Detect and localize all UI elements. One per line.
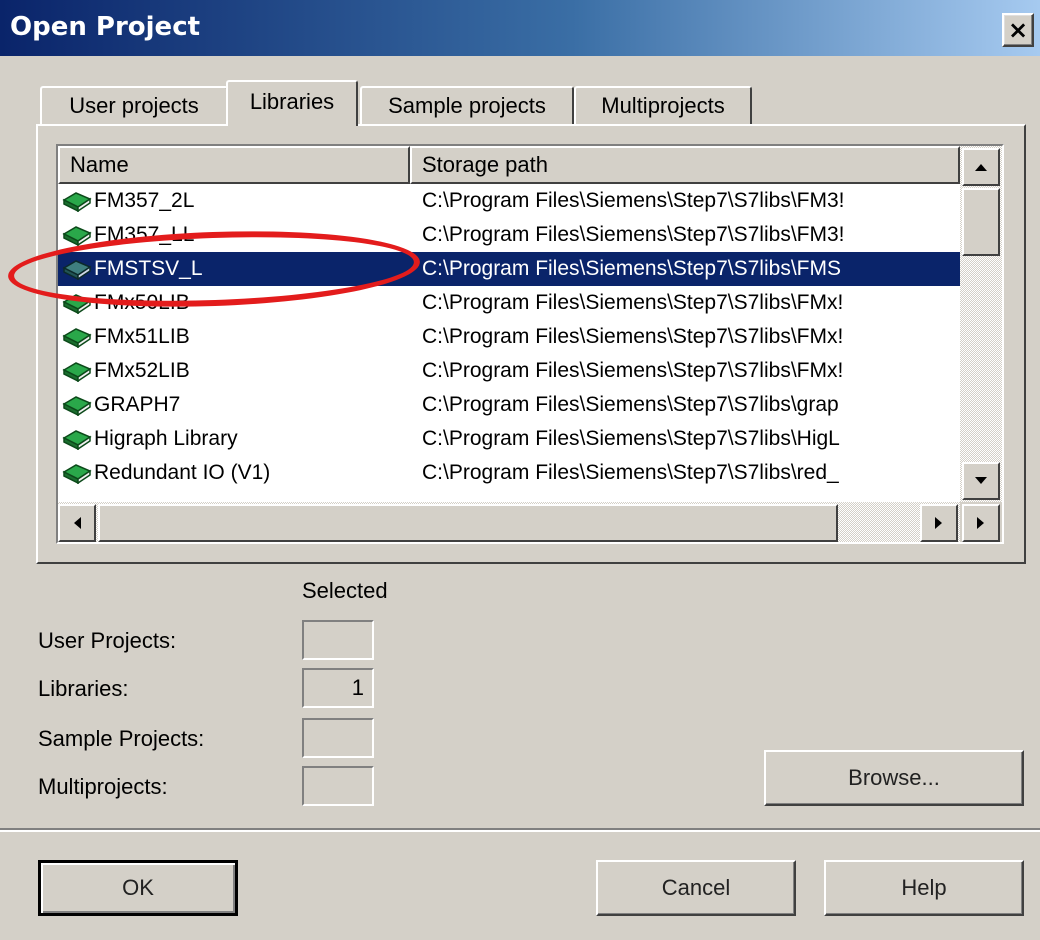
- row-path: C:\Program Files\Siemens\Step7\S7libs\FM…: [422, 257, 841, 280]
- scroll-left-button[interactable]: [58, 504, 96, 542]
- row-path: C:\Program Files\Siemens\Step7\S7libs\FM…: [422, 325, 844, 348]
- row-name: FM357_LL: [94, 223, 195, 246]
- row-path: C:\Program Files\Siemens\Step7\S7libs\FM…: [422, 359, 844, 382]
- library-book-icon: [62, 430, 92, 450]
- scroll-down-button[interactable]: [962, 462, 1000, 500]
- row-path: C:\Program Files\Siemens\Step7\S7libs\gr…: [422, 393, 839, 416]
- row-path: C:\Program Files\Siemens\Step7\S7libs\FM…: [422, 223, 845, 246]
- library-book-icon: [62, 396, 92, 416]
- libraries-label: Libraries:: [38, 676, 129, 701]
- tab-sample-projects[interactable]: Sample projects: [360, 86, 574, 124]
- table-row[interactable]: FM357_LL C:\Program Files\Siemens\Step7\…: [58, 218, 960, 252]
- table-row-selected[interactable]: FMSTSV_L C:\Program Files\Siemens\Step7\…: [58, 252, 960, 286]
- row-name: Higraph Library: [94, 427, 238, 450]
- ok-button[interactable]: OK: [38, 860, 238, 916]
- row-name: FMx51LIB: [94, 325, 190, 348]
- scroll-corner: [960, 502, 1002, 542]
- user-projects-label: User Projects:: [38, 628, 177, 653]
- scroll-right-end-button[interactable]: [962, 504, 1000, 542]
- title-bar: Open Project ×: [0, 0, 1040, 56]
- libraries-count: 1: [302, 668, 374, 708]
- library-book-icon: [62, 294, 92, 314]
- close-button[interactable]: ×: [1002, 13, 1034, 47]
- help-button[interactable]: Help: [824, 860, 1024, 916]
- sample-projects-count: [302, 718, 374, 758]
- tab-multiprojects[interactable]: Multiprojects: [574, 86, 752, 124]
- multiprojects-count: [302, 766, 374, 806]
- library-list[interactable]: Name Storage path FM357_2L C:\Program Fi…: [56, 144, 1004, 544]
- hscroll-thumb[interactable]: [98, 504, 838, 542]
- window-title: Open Project: [10, 12, 201, 42]
- tab-libraries[interactable]: Libraries: [226, 80, 358, 126]
- table-row[interactable]: FMx52LIB C:\Program Files\Siemens\Step7\…: [58, 354, 960, 388]
- column-header-name[interactable]: Name: [58, 146, 410, 184]
- table-row[interactable]: GRAPH7 C:\Program Files\Siemens\Step7\S7…: [58, 388, 960, 422]
- scroll-right-button[interactable]: [920, 504, 958, 542]
- library-book-icon: [62, 260, 92, 280]
- library-book-icon: [62, 192, 92, 212]
- arrow-down-icon: [975, 477, 987, 484]
- divider: [0, 828, 1040, 832]
- multiprojects-label: Multiprojects:: [38, 774, 168, 799]
- close-icon: ×: [1007, 16, 1029, 44]
- arrow-right-icon: [935, 517, 942, 529]
- row-name: FMx50LIB: [94, 291, 190, 314]
- selected-heading: Selected: [302, 578, 388, 603]
- row-name: FMSTSV_L: [94, 257, 203, 280]
- arrow-left-icon: [74, 517, 81, 529]
- row-path: C:\Program Files\Siemens\Step7\S7libs\FM…: [422, 291, 844, 314]
- scroll-up-button[interactable]: [962, 148, 1000, 186]
- tab-user-projects[interactable]: User projects: [40, 86, 228, 124]
- table-row[interactable]: FM357_2L C:\Program Files\Siemens\Step7\…: [58, 184, 960, 218]
- table-row[interactable]: Redundant IO (V1) C:\Program Files\Sieme…: [58, 456, 960, 490]
- sample-projects-label: Sample Projects:: [38, 726, 205, 751]
- cancel-button[interactable]: Cancel: [596, 860, 796, 916]
- library-book-icon: [62, 226, 92, 246]
- user-projects-count: [302, 620, 374, 660]
- column-header-storage-path[interactable]: Storage path: [410, 146, 960, 184]
- row-path: C:\Program Files\Siemens\Step7\S7libs\FM…: [422, 189, 845, 212]
- arrow-up-icon: [975, 164, 987, 171]
- row-name: FMx52LIB: [94, 359, 190, 382]
- horizontal-scrollbar[interactable]: [58, 502, 960, 542]
- table-row[interactable]: FMx50LIB C:\Program Files\Siemens\Step7\…: [58, 286, 960, 320]
- row-name: GRAPH7: [94, 393, 181, 416]
- library-book-icon: [62, 362, 92, 382]
- table-row[interactable]: FMx51LIB C:\Program Files\Siemens\Step7\…: [58, 320, 960, 354]
- row-name: FM357_2L: [94, 189, 195, 212]
- row-path: C:\Program Files\Siemens\Step7\S7libs\Hi…: [422, 427, 840, 450]
- scroll-thumb[interactable]: [962, 188, 1000, 256]
- row-name: Redundant IO (V1): [94, 461, 271, 484]
- list-rows: FM357_2L C:\Program Files\Siemens\Step7\…: [58, 184, 960, 504]
- table-row[interactable]: Higraph Library C:\Program Files\Siemens…: [58, 422, 960, 456]
- arrow-right-icon: [977, 517, 984, 529]
- row-path: C:\Program Files\Siemens\Step7\S7libs\re…: [422, 461, 839, 484]
- library-book-icon: [62, 464, 92, 484]
- browse-button[interactable]: Browse...: [764, 750, 1024, 806]
- vertical-scrollbar[interactable]: [960, 146, 1002, 502]
- library-book-icon: [62, 328, 92, 348]
- list-header: Name Storage path: [58, 146, 960, 184]
